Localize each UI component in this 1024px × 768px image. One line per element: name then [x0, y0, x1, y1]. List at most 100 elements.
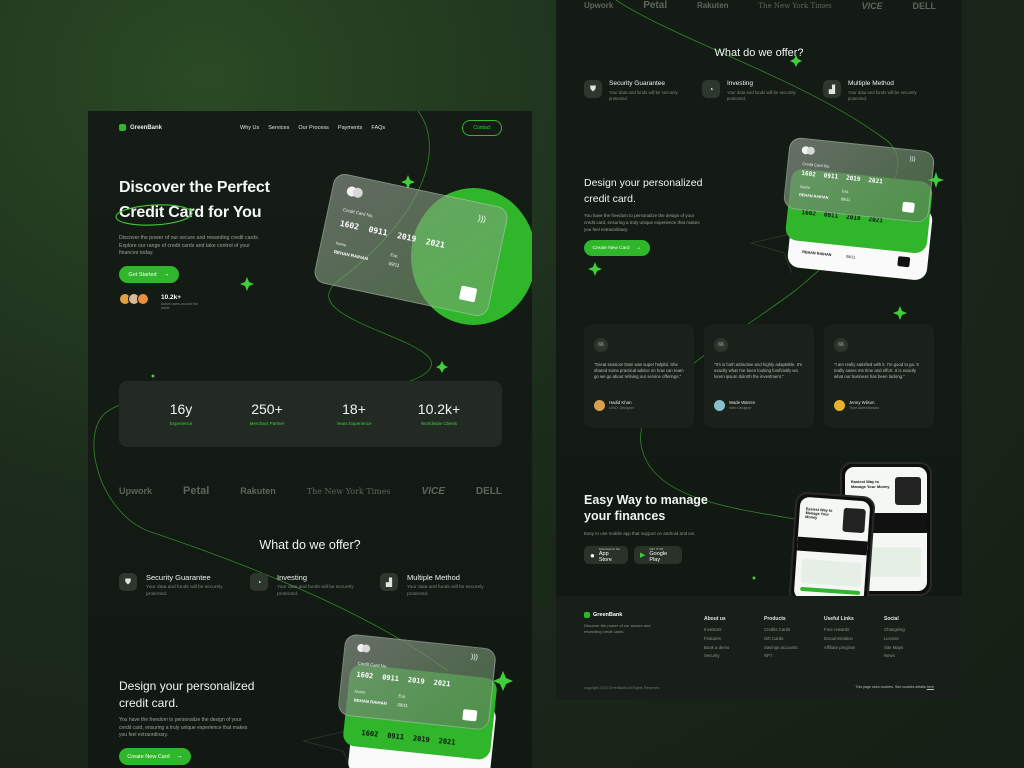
card-number: 1602091120192021: [339, 218, 446, 250]
easy-way-title: Easy Way to manage your finances: [584, 493, 708, 523]
petal-logo: Petal: [643, 0, 668, 11]
arrow-right-icon: →: [635, 245, 642, 251]
shield-icon: ⛊: [584, 80, 602, 98]
testimonial-quote: "Great session! Dani was super helpful. …: [594, 362, 684, 380]
brand-icon: [584, 612, 590, 618]
partner-logos: Upwork Petal Rakuten The New York Times …: [119, 485, 502, 497]
brand-logo[interactable]: GreenBank: [119, 124, 162, 131]
footer-brand[interactable]: GreenBank: [584, 612, 622, 618]
feature-security: ⛊ Security Guarantee Your data and funds…: [119, 573, 236, 599]
footer-link[interactable]: Documentation: [824, 635, 855, 644]
footer-column-products: Products Credits Cards Gift Cards Saving…: [764, 616, 798, 661]
footer-link[interactable]: News: [884, 652, 905, 661]
arrow-right-icon: →: [162, 271, 170, 278]
card-label: Credit Card No.: [802, 161, 831, 169]
nav-faqs[interactable]: FAQs: [371, 125, 385, 131]
footer-link[interactable]: License: [884, 635, 905, 644]
cookie-link[interactable]: here: [927, 685, 934, 689]
phone-screen: Easiest Way to Manage Your Money: [793, 496, 871, 604]
feature-desc: Your data and funds will be securely pro…: [146, 585, 223, 597]
feature-desc: Your data and funds will be securely pro…: [727, 90, 796, 102]
design-description: You have the freedom to personalize the …: [584, 213, 700, 232]
app-store-button[interactable]: ● Download on the App Store: [584, 546, 628, 564]
feature-security: ⛊ Security Guarantee Your data and funds…: [584, 80, 691, 102]
footer-link[interactable]: Security: [704, 652, 729, 661]
sparkle-icon: [493, 671, 513, 691]
footer-link[interactable]: NFT: [764, 652, 798, 661]
stat-value: 18+: [342, 401, 366, 417]
create-new-card-button[interactable]: Create New Card →: [119, 748, 191, 765]
main-nav: Why Us Services Our Process Payments FAQ…: [240, 125, 385, 131]
feature-title: Multiple Method: [848, 80, 894, 87]
footer-link[interactable]: Features: [704, 635, 729, 644]
phone-headline: Easiest Way to Manage Your Money: [805, 507, 833, 520]
footer-link[interactable]: Book a demo: [704, 644, 729, 653]
contact-button[interactable]: Contact: [462, 120, 502, 136]
users-count: 10.2k+: [161, 294, 182, 301]
footer-description: Discover the power of our secure and rew…: [584, 623, 651, 634]
nav-services[interactable]: Services: [268, 125, 289, 131]
card-chip-logo-icon: [901, 201, 915, 213]
user-avatars: [119, 293, 149, 305]
footer-link[interactable]: Affiliate program: [824, 644, 855, 653]
cookie-text: This page uses cookies. See cookies deta…: [855, 685, 926, 689]
nav-payments[interactable]: Payments: [338, 125, 362, 131]
card-holder-name: REHAN RAIHAN: [798, 192, 829, 200]
feature-investing: ◔ Investing Your data and funds will be …: [702, 80, 809, 102]
glass-card-front: ))) Credit Card No. 1602 0911 2019 2021 Nam…: [782, 136, 936, 224]
footer-link[interactable]: Credits Cards: [764, 626, 798, 635]
pie-chart-icon: ◔: [250, 573, 268, 591]
app-store-label: App Store: [598, 551, 612, 563]
card-holder-name: REHAN RAIHAN: [802, 250, 832, 258]
footer-link[interactable]: Savings accounts: [764, 644, 798, 653]
card-exp-label: Exp.: [398, 693, 407, 699]
card-name-label: Name: [799, 184, 811, 190]
create-card-label: Create New Card: [127, 753, 170, 760]
stat-clients: 10.2k+ Worldwide Clients: [404, 401, 474, 426]
phone-green-bar: [800, 586, 861, 596]
footer-column-title: Useful Links: [824, 616, 854, 622]
stat-label: Worldwide Clients: [421, 421, 457, 426]
nav-our-process[interactable]: Our Process: [298, 125, 329, 131]
nav-why-us[interactable]: Why Us: [240, 125, 259, 131]
brand-name: GreenBank: [130, 124, 163, 131]
footer-link[interactable]: Changelog: [884, 626, 905, 635]
stats-panel: 16y Experience 250+ Merchant Partner 18+…: [119, 381, 502, 447]
dell-logo: DELL: [475, 485, 502, 497]
card-exp-date: 09/11: [845, 254, 856, 260]
vice-logo: VICE: [861, 0, 883, 11]
card-exp-date: 09/11: [397, 702, 409, 709]
card-number: 1602091120192021: [801, 169, 884, 186]
quote-icon: 66: [714, 338, 728, 352]
card-label: Credit Card No.: [342, 207, 374, 219]
brand-icon: [119, 124, 126, 131]
avatar: [834, 400, 845, 411]
apple-icon: ●: [590, 550, 595, 560]
card-number: 1602091120192021: [361, 729, 456, 747]
footer-column-about: About us Investors Features Book a demo …: [704, 616, 729, 661]
sparkle-icon: [928, 172, 944, 188]
phone-mockup-front: Easiest Way to Manage Your Money: [788, 491, 876, 609]
upwork-logo: Upwork: [584, 1, 614, 10]
get-started-button[interactable]: Get Started →: [119, 266, 179, 283]
footer-link[interactable]: Site Maps: [884, 644, 905, 653]
phone-content-block: [800, 558, 863, 588]
testimonial-role: Web Designer: [729, 406, 752, 410]
design-title: Design your personalized credit card.: [119, 679, 255, 711]
footer-link[interactable]: Gift Cards: [764, 635, 798, 644]
google-play-button[interactable]: ▶ GET IT ON Google Play: [634, 546, 682, 564]
testimonial-name: Hadid Khan: [609, 400, 632, 405]
footer-link[interactable]: Investors: [704, 626, 729, 635]
testimonial-quote: "It's is both attractive and highly adap…: [714, 362, 802, 380]
footer-link[interactable]: Free rewards: [824, 626, 855, 635]
card-label: Credit Card No.: [357, 660, 388, 669]
card-brand-icon: [356, 643, 372, 653]
avatar: [714, 400, 725, 411]
card-name-label: Name: [354, 688, 366, 695]
stat-experience: 16y Experience: [146, 401, 216, 426]
testimonial-card: 66 "Great session! Dani was super helpfu…: [584, 324, 694, 428]
create-new-card-button[interactable]: Create New Card →: [584, 240, 650, 256]
feature-desc: Your data and funds will be securely pro…: [277, 585, 354, 597]
avatar: [137, 293, 149, 305]
copyright-text: copyright 2023 GreenBank All Rights Rese…: [584, 686, 660, 690]
